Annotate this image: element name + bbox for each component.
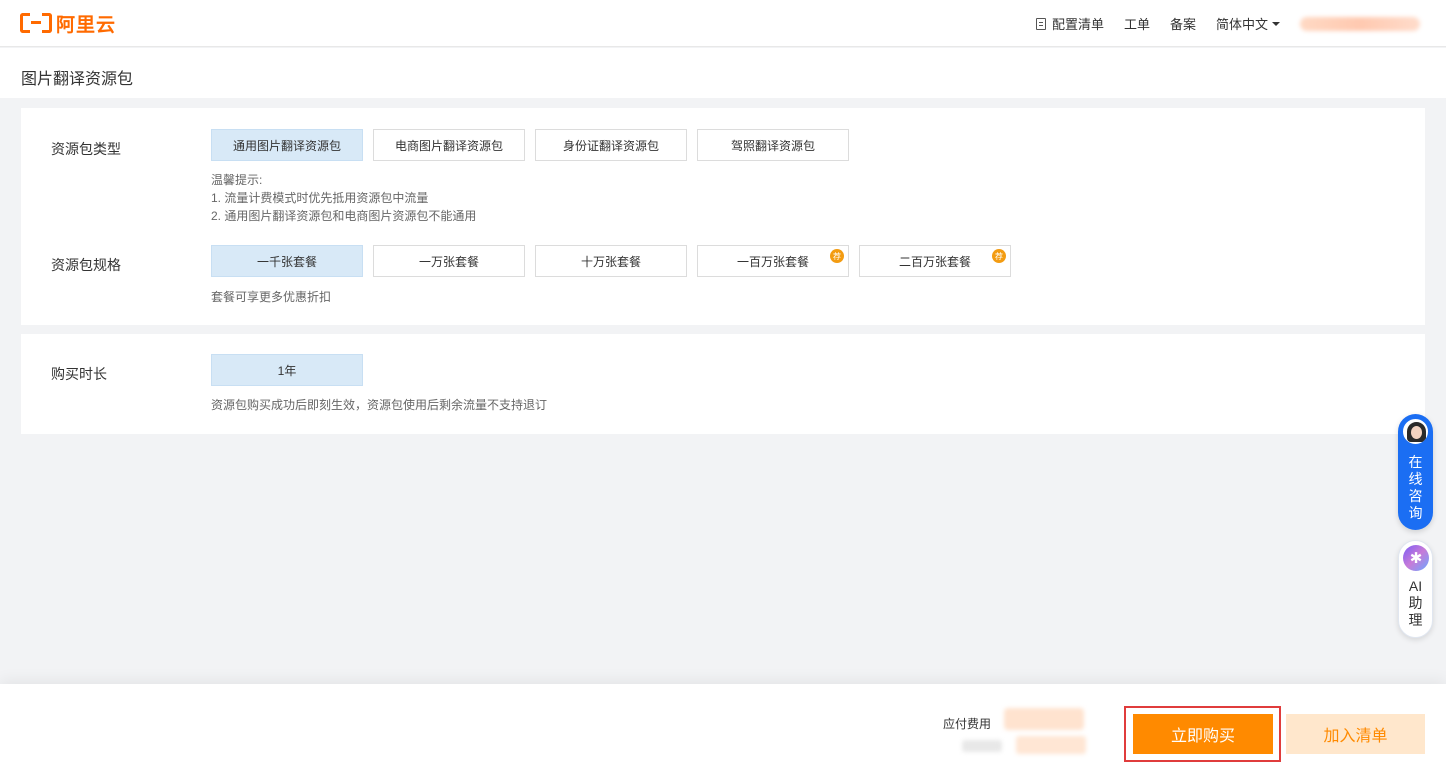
package-spec-option-label: 一百万张套餐 [736, 254, 809, 269]
nav-ticket[interactable]: 工单 [1124, 14, 1150, 33]
online-consult-button[interactable]: 在线咨询 [1398, 414, 1433, 530]
user-account-blurred[interactable] [1300, 16, 1420, 31]
fee-detail-blurred [962, 740, 1002, 752]
package-spec-option[interactable]: 十万张套餐 [535, 245, 687, 277]
consultant-avatar [1401, 417, 1430, 446]
hint-line: 1. 流量计费模式时优先抵用资源包中流量 [211, 191, 429, 205]
nav-config-list-label: 配置清单 [1051, 17, 1104, 32]
duration-hint: 资源包购买成功后即刻生效，资源包使用后剩余流量不支持退订 [211, 398, 548, 412]
package-type-option[interactable]: 电商图片翻译资源包 [373, 129, 525, 161]
page-header: 图片翻译资源包 [0, 48, 1446, 98]
sparkle-icon: ✱ [1403, 545, 1429, 571]
duration-card: 购买时长 1年 资源包购买成功后即刻生效，资源包使用后剩余流量不支持退订 [21, 334, 1425, 434]
fee-discount-blurred [1016, 736, 1086, 754]
online-consult-label: 在线咨询 [1408, 454, 1423, 521]
nav-config-list[interactable]: 配置清单 [1035, 14, 1104, 33]
nav-ticket-label: 工单 [1123, 17, 1150, 32]
nav-links: 配置清单 工单 备案 简体中文 [1035, 0, 1446, 47]
language-selector[interactable]: 简体中文 [1216, 14, 1280, 33]
duration-option[interactable]: 1年 [211, 354, 363, 386]
package-type-option[interactable]: 通用图片翻译资源包 [211, 129, 363, 161]
package-config-card: 资源包类型 通用图片翻译资源包 电商图片翻译资源包 身份证翻译资源包 驾照翻译资… [21, 108, 1425, 325]
package-type-hint: 温馨提示: 1. 流量计费模式时优先抵用资源包中流量 2. 通用图片翻译资源包和… [211, 171, 476, 225]
package-type-option[interactable]: 身份证翻译资源包 [535, 129, 687, 161]
fee-label: 应付费用 [943, 717, 992, 731]
package-spec-option[interactable]: 一万张套餐 [373, 245, 525, 277]
ai-assistant-label: AI 助理 [1408, 578, 1423, 628]
add-to-list-button[interactable]: 加入清单 [1286, 714, 1425, 754]
package-spec-option[interactable]: 一百万张套餐 荐 [697, 245, 849, 277]
language-label: 简体中文 [1215, 17, 1268, 32]
package-spec-option[interactable]: 二百万张套餐 荐 [859, 245, 1011, 277]
hint-line: 2. 通用图片翻译资源包和电商图片资源包不能通用 [211, 209, 477, 223]
package-spec-hint: 套餐可享更多优惠折扣 [211, 290, 332, 304]
top-navbar: 阿里云 配置清单 工单 备案 简体中文 [0, 0, 1446, 47]
document-icon [1035, 17, 1046, 30]
hint-title: 温馨提示: [211, 173, 263, 187]
buy-now-button[interactable]: 立即购买 [1133, 714, 1273, 754]
checkout-bar: 应付费用 立即购买 加入清单 [0, 684, 1446, 781]
caret-down-icon [1272, 21, 1280, 26]
page-title: 图片翻译资源包 [21, 71, 134, 88]
nav-icp-filing[interactable]: 备案 [1170, 14, 1196, 33]
fee-amount-blurred [1004, 708, 1084, 730]
recommend-badge: 荐 [992, 249, 1006, 263]
aliyun-logo[interactable]: 阿里云 [20, 11, 117, 36]
ai-assistant-button[interactable]: ✱ AI 助理 [1398, 540, 1433, 638]
package-type-option[interactable]: 驾照翻译资源包 [697, 129, 849, 161]
package-spec-option-label: 二百万张套餐 [898, 254, 971, 269]
nav-icp-filing-label: 备案 [1169, 17, 1196, 32]
package-spec-label: 资源包规格 [51, 257, 121, 273]
logo-text: 阿里云 [56, 14, 117, 36]
package-type-label: 资源包类型 [51, 141, 121, 157]
duration-label: 购买时长 [51, 366, 107, 382]
aliyun-logo-icon [20, 13, 52, 33]
package-spec-option[interactable]: 一千张套餐 [211, 245, 363, 277]
recommend-badge: 荐 [830, 249, 844, 263]
